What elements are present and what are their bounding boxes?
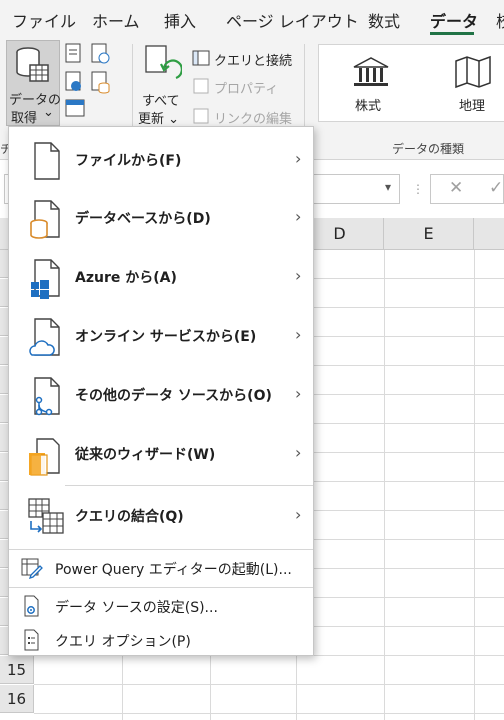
menu-item-label: 従来のウィザード(W) bbox=[75, 447, 216, 463]
cloud-icon bbox=[29, 318, 60, 356]
get-data-button[interactable]: データの 取得 ⌄ bbox=[6, 40, 61, 126]
queries-connections-icon bbox=[192, 50, 210, 66]
menu-item-combine-queries[interactable]: クエリの結合(Q) › bbox=[9, 487, 313, 545]
file-icon bbox=[34, 142, 60, 180]
tab-insert[interactable]: 挿入 bbox=[164, 8, 196, 32]
data-types-group-label: データの種類 bbox=[392, 142, 465, 156]
other-sources-icon bbox=[34, 377, 60, 416]
menu-item-label: ファイルから(F) bbox=[75, 153, 182, 169]
properties-button[interactable]: プロパティ bbox=[214, 78, 278, 97]
geography-icon bbox=[455, 55, 491, 89]
menu-item-legacy-wizards[interactable]: 従来のウィザード(W) › bbox=[9, 425, 313, 483]
gridline bbox=[474, 250, 475, 720]
edit-links-button[interactable]: リンクの編集 bbox=[214, 108, 292, 127]
refresh-all-label-1[interactable]: すべて bbox=[142, 90, 180, 109]
menu-item-launch-power-query-editor[interactable]: Power Query エディターの起動(L)... bbox=[9, 551, 313, 585]
confirm-icon[interactable]: ✓ bbox=[489, 178, 503, 198]
menu-separator bbox=[9, 549, 313, 550]
tab-home[interactable]: ホーム bbox=[92, 8, 140, 32]
data-types-gallery: 株式 地理 bbox=[318, 44, 504, 122]
menu-item-data-source-settings[interactable]: データ ソースの設定(S)... bbox=[9, 589, 313, 623]
stocks-button[interactable]: 株式 bbox=[355, 95, 381, 114]
database-table-icon bbox=[16, 47, 49, 82]
stocks-icon bbox=[353, 57, 389, 86]
menu-item-from-database[interactable]: データベースから(D) › bbox=[9, 189, 313, 247]
gridline bbox=[34, 684, 504, 685]
cancel-icon[interactable]: ✕ bbox=[449, 178, 463, 198]
azure-icon bbox=[31, 259, 60, 299]
ribbon-tab-bar: ファイル ホーム 挿入 ページ レイアウト 数式 データ 校 bbox=[0, 0, 504, 38]
chevron-right-icon: › bbox=[295, 443, 302, 462]
menu-item-label: Power Query エディターの起動(L)... bbox=[55, 562, 292, 578]
active-tab-underline bbox=[430, 32, 474, 35]
tab-review-cut[interactable]: 校 bbox=[496, 8, 504, 32]
menu-item-from-online-services[interactable]: オンライン サービスから(E) › bbox=[9, 307, 313, 365]
chevron-right-icon: › bbox=[295, 266, 302, 285]
chevron-down-icon[interactable]: ▾ bbox=[385, 180, 391, 194]
column-header[interactable] bbox=[474, 218, 504, 250]
formula-input[interactable]: ✕ ✓ bbox=[430, 174, 504, 204]
edit-links-icon bbox=[193, 108, 209, 124]
menu-item-from-file[interactable]: ファイルから(F) › bbox=[9, 131, 313, 189]
tab-page-layout[interactable]: ページ レイアウト bbox=[226, 8, 359, 32]
menu-item-label: データベースから(D) bbox=[75, 211, 211, 227]
query-options-icon bbox=[24, 629, 39, 651]
more-dots-icon: ⋮ bbox=[412, 182, 424, 196]
gridline bbox=[34, 713, 504, 714]
chevron-down-icon: ⌄ bbox=[43, 105, 54, 120]
legacy-wizard-icon bbox=[29, 438, 60, 476]
tab-data[interactable]: データ bbox=[430, 8, 478, 32]
properties-icon bbox=[193, 78, 209, 94]
column-header-e[interactable]: E bbox=[384, 218, 474, 250]
chevron-right-icon: › bbox=[295, 149, 302, 168]
row-header-16[interactable]: 16 bbox=[0, 685, 34, 713]
tab-formulas[interactable]: 数式 bbox=[368, 8, 400, 32]
menu-item-label: オンライン サービスから(E) bbox=[75, 329, 257, 345]
get-data-menu: ファイルから(F) › データベースから(D) › Azure から(A) › bbox=[8, 126, 314, 656]
menu-item-from-azure[interactable]: Azure から(A) › bbox=[9, 248, 313, 306]
chevron-right-icon: › bbox=[295, 325, 302, 344]
chevron-right-icon: › bbox=[295, 207, 302, 226]
from-text-icon[interactable] bbox=[64, 42, 120, 126]
menu-item-label: データ ソースの設定(S)... bbox=[55, 600, 218, 616]
menu-separator bbox=[9, 587, 313, 588]
combine-queries-icon bbox=[28, 498, 64, 534]
chevron-right-icon: › bbox=[295, 505, 302, 524]
chevron-right-icon: › bbox=[295, 384, 302, 403]
tab-file[interactable]: ファイル bbox=[12, 8, 76, 32]
database-icon bbox=[30, 200, 60, 239]
data-source-settings-icon bbox=[24, 595, 39, 617]
menu-separator bbox=[65, 485, 313, 486]
menu-item-label: クエリの結合(Q) bbox=[75, 509, 184, 525]
queries-connections-button[interactable]: クエリと接続 bbox=[214, 50, 292, 69]
menu-item-from-other-sources[interactable]: その他のデータ ソースから(O) › bbox=[9, 366, 313, 424]
geography-button[interactable]: 地理 bbox=[459, 95, 485, 114]
menu-item-label: Azure から(A) bbox=[75, 270, 177, 286]
refresh-all-icon[interactable] bbox=[142, 44, 182, 88]
refresh-all-label-2[interactable]: 更新 ⌄ bbox=[138, 108, 179, 127]
row-header-15[interactable]: 15 bbox=[0, 656, 34, 684]
gridline bbox=[384, 250, 385, 720]
power-query-editor-icon bbox=[21, 558, 43, 579]
get-data-label-2: 取得 bbox=[11, 111, 38, 126]
menu-item-label: クエリ オプション(P) bbox=[55, 634, 191, 650]
menu-item-label: その他のデータ ソースから(O) bbox=[75, 388, 272, 404]
menu-item-query-options[interactable]: クエリ オプション(P) bbox=[9, 623, 313, 657]
